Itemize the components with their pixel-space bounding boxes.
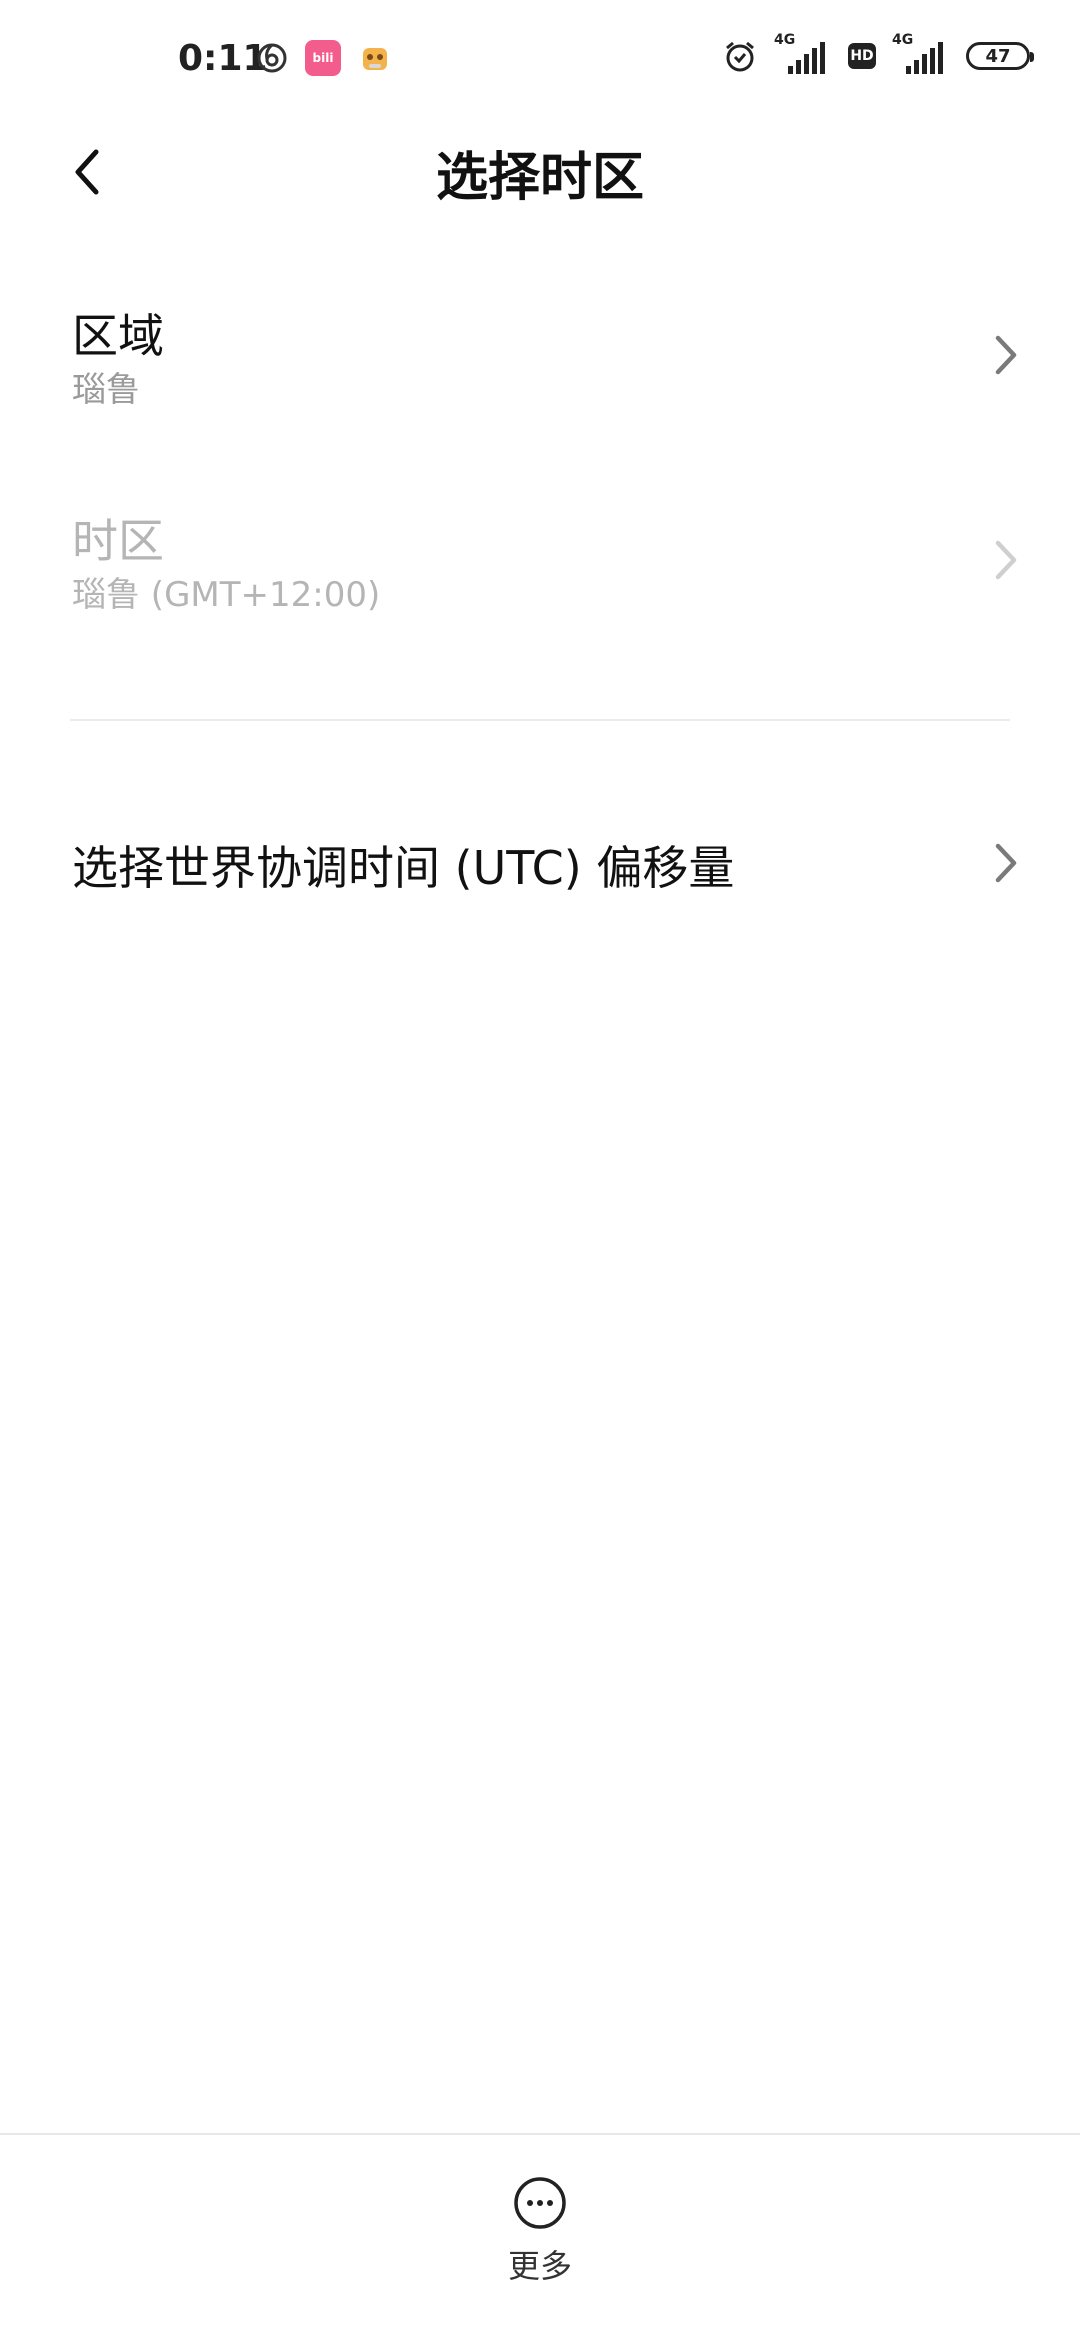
status-bar: 0:11 bili 4G HD 4G 47 (0, 0, 1080, 120)
section-divider (70, 719, 1010, 721)
hd-voice-badge: HD (848, 43, 876, 69)
more-button[interactable]: 更多 (460, 2175, 620, 2315)
signal-1-network-type: 4G (774, 32, 796, 48)
game-app-icon (363, 48, 387, 70)
region-title: 区域 (72, 309, 164, 363)
battery-level: 47 (985, 45, 1011, 67)
more-label: 更多 (507, 2247, 572, 2285)
timezone-value: 瑙鲁 (GMT+12:00) (72, 575, 381, 615)
system-status-icons: 4G HD 4G 47 (722, 32, 1034, 76)
signal-strength-2: 4G (892, 32, 950, 76)
bilibili-icon: bili (305, 40, 341, 76)
hd-label: HD (850, 48, 874, 64)
utc-offset-row[interactable]: 选择世界协调时间 (UTC) 偏移量 (0, 820, 1080, 910)
app-header: 选择时区 (0, 120, 1080, 220)
alarm-icon (726, 41, 754, 72)
bilibili-icon-label: bili (312, 51, 334, 65)
chevron-right-icon (995, 335, 1017, 375)
timezone-title: 时区 (72, 514, 164, 568)
timezone-row: 时区 瑙鲁 (GMT+12:00) (0, 495, 1080, 635)
notification-icons: bili (255, 40, 393, 76)
chevron-right-icon (995, 540, 1017, 580)
utc-offset-title: 选择世界协调时间 (UTC) 偏移量 (72, 841, 735, 895)
region-row[interactable]: 区域 瑙鲁 (0, 290, 1080, 430)
battery-indicator: 47 (966, 42, 1034, 70)
bottom-action-bar: 更多 (0, 2133, 1080, 2340)
chevron-right-icon (995, 843, 1017, 883)
signal-2-network-type: 4G (892, 32, 914, 48)
region-value: 瑙鲁 (72, 370, 140, 410)
netease-music-icon (257, 43, 287, 73)
page-title: 选择时区 (435, 148, 644, 208)
more-options-icon (514, 2177, 566, 2229)
signal-strength-1: 4G (774, 32, 832, 76)
